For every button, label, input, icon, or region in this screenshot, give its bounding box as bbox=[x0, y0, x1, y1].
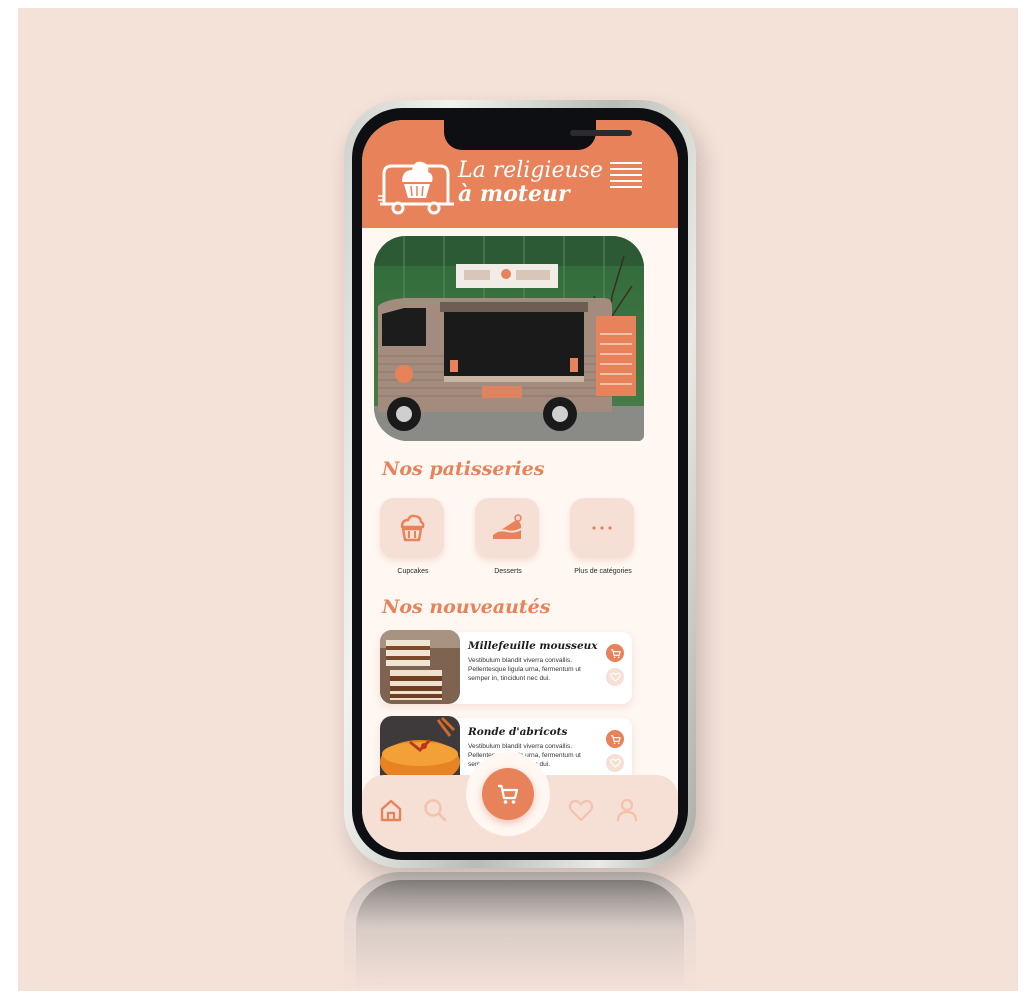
category-tile[interactable] bbox=[570, 498, 634, 558]
heart-icon bbox=[609, 672, 621, 682]
category-desserts[interactable]: Desserts bbox=[475, 498, 541, 575]
category-label: Cupcakes bbox=[397, 568, 429, 575]
search-icon[interactable] bbox=[422, 797, 448, 823]
brand-line-1: La religieuse bbox=[458, 158, 603, 183]
product-image-millefeuille bbox=[380, 630, 460, 704]
add-to-cart-button[interactable] bbox=[606, 644, 624, 662]
category-cupcakes[interactable]: Cupcakes bbox=[380, 498, 446, 575]
hamburger-menu-icon[interactable] bbox=[610, 162, 642, 188]
product-card[interactable]: Millefeuille mousseux Vestibulum blandit… bbox=[380, 630, 632, 704]
category-tile[interactable] bbox=[380, 498, 444, 558]
user-icon[interactable] bbox=[614, 797, 640, 823]
cart-icon bbox=[610, 648, 621, 658]
product-name: Ronde d'abricots bbox=[468, 726, 568, 738]
millefeuille-image bbox=[380, 630, 460, 704]
cart-icon bbox=[610, 734, 621, 744]
add-to-cart-button[interactable] bbox=[606, 730, 624, 748]
more-dots-icon bbox=[592, 526, 612, 530]
cart-icon bbox=[498, 784, 519, 804]
heart-icon bbox=[609, 758, 621, 768]
heart-icon[interactable] bbox=[568, 797, 594, 823]
home-icon[interactable] bbox=[378, 797, 404, 823]
main-cart-button[interactable] bbox=[482, 768, 534, 820]
phone-notch bbox=[444, 120, 632, 150]
cupcake-truck-logo bbox=[378, 161, 454, 215]
brand-name: La religieuse à moteur bbox=[458, 158, 603, 207]
category-tile[interactable] bbox=[475, 498, 539, 558]
section-title-pastries: Nos patisseries bbox=[382, 458, 545, 480]
category-more[interactable]: Plus de catégories bbox=[570, 498, 636, 575]
cupcake-icon bbox=[400, 514, 425, 542]
food-truck-illustration bbox=[374, 236, 644, 441]
product-description: Vestibulum blandit viverra convallis. Pe… bbox=[468, 657, 581, 682]
phone-speaker bbox=[570, 130, 632, 136]
favorite-button[interactable] bbox=[606, 754, 624, 772]
cake-slice-icon bbox=[492, 514, 522, 539]
section-title-news: Nos nouveautés bbox=[382, 596, 551, 618]
category-label: Plus de catégories bbox=[574, 568, 632, 575]
favorite-button[interactable] bbox=[606, 668, 624, 686]
phone-reflection-screen bbox=[356, 880, 684, 990]
phone-screen: La religieuse à moteur Nos patisseries C… bbox=[362, 120, 678, 852]
brand-line-2: à moteur bbox=[458, 181, 570, 207]
hero-food-truck-image bbox=[374, 236, 644, 441]
category-label: Desserts bbox=[494, 568, 522, 575]
product-name: Millefeuille mousseux bbox=[468, 640, 598, 652]
